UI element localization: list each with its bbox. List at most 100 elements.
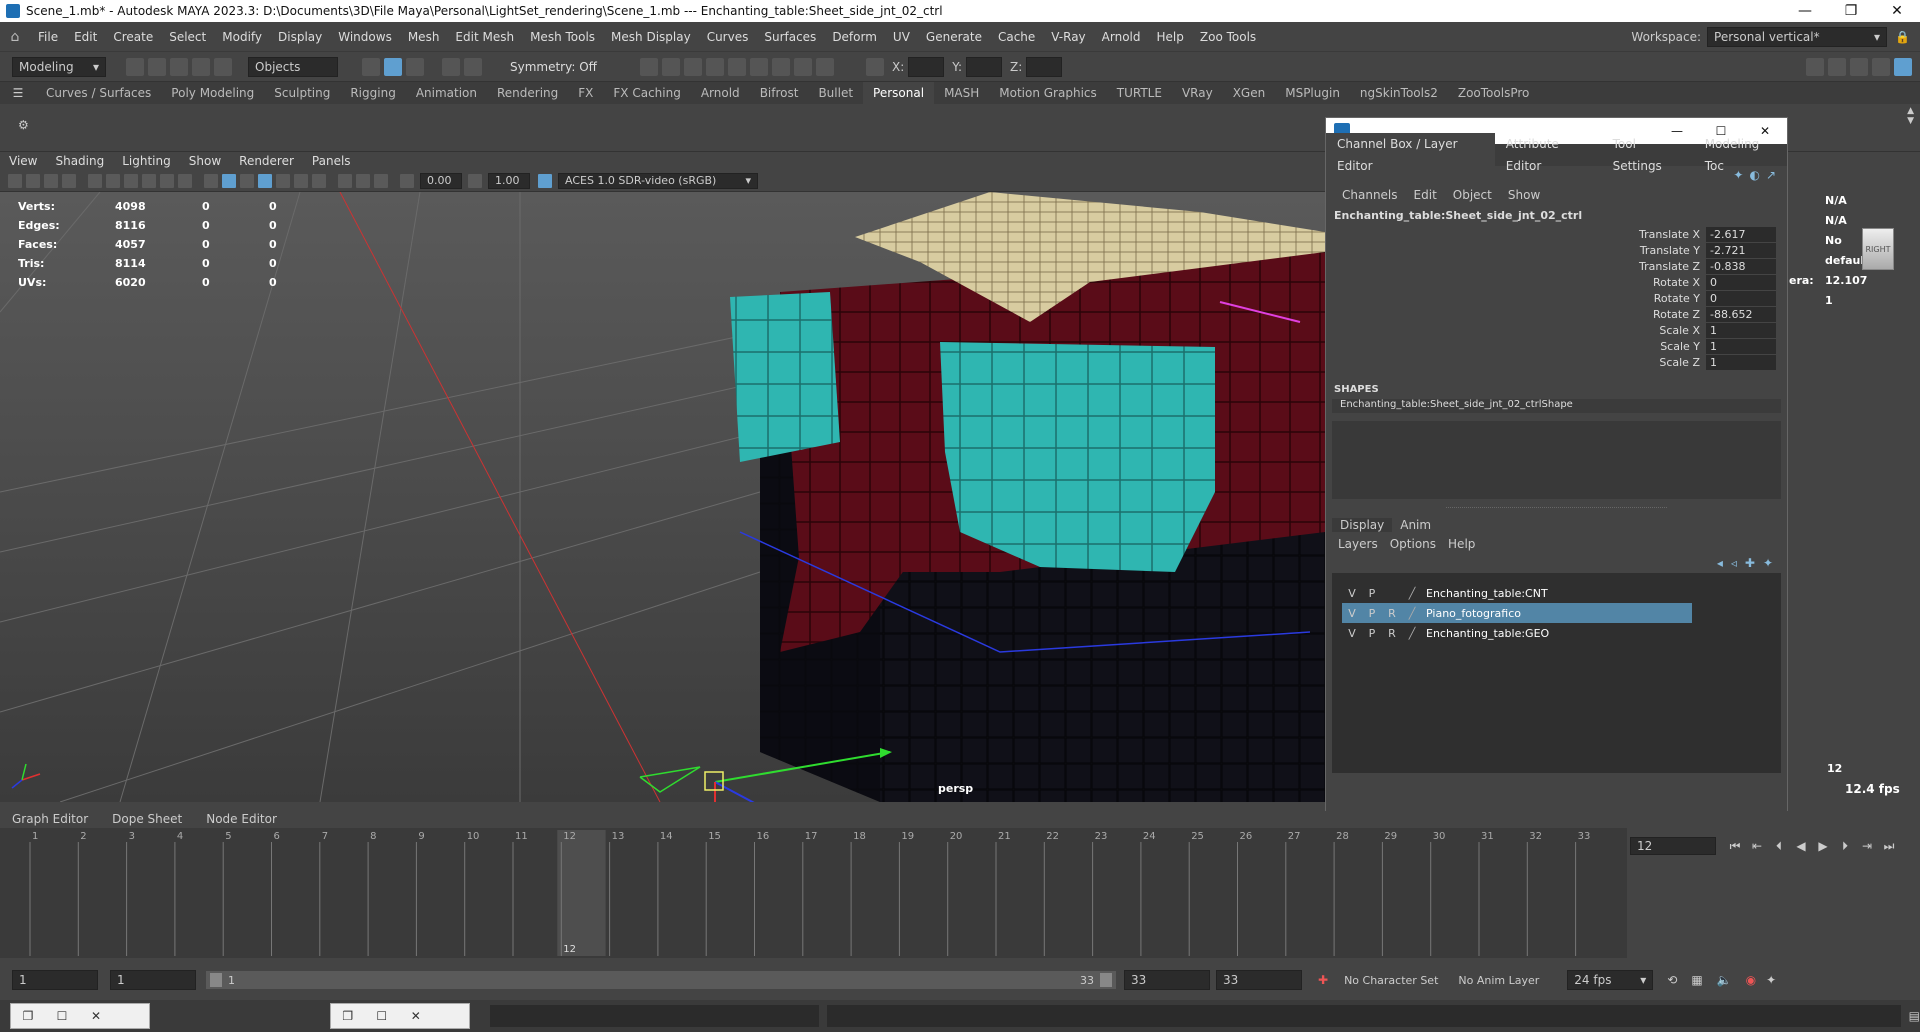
attribute-label[interactable]: Rotate Z bbox=[1326, 308, 1706, 321]
selection-mode-dropdown[interactable]: Objects bbox=[248, 56, 338, 77]
undo-icon[interactable] bbox=[192, 57, 210, 76]
channel-tab-attribute-editor[interactable]: Attribute Editor bbox=[1495, 133, 1602, 177]
menu-v-ray[interactable]: V-Ray bbox=[1043, 30, 1093, 44]
shelf-tab-fx[interactable]: FX bbox=[568, 82, 603, 104]
render-view-icon[interactable] bbox=[662, 57, 680, 76]
go-to-end-icon[interactable]: ⏭ bbox=[1878, 839, 1900, 854]
current-frame-marker[interactable] bbox=[557, 830, 606, 956]
window-restore-icon[interactable]: ❐ bbox=[331, 1009, 365, 1023]
camera-select-icon[interactable] bbox=[8, 173, 22, 188]
menu-create[interactable]: Create bbox=[105, 30, 161, 44]
attribute-value-field[interactable]: -88.652 bbox=[1706, 306, 1776, 322]
script-editor-icon[interactable]: ▤ bbox=[1909, 1009, 1920, 1023]
layer-row[interactable]: V P ╱ Enchanting_table:CNT bbox=[1342, 583, 1781, 603]
step-back-frame-icon[interactable]: ⏴ bbox=[1768, 839, 1790, 854]
menu-zoo-tools[interactable]: Zoo Tools bbox=[1192, 30, 1264, 44]
panel-menu-shading[interactable]: Shading bbox=[46, 154, 113, 168]
attribute-label[interactable]: Rotate X bbox=[1326, 276, 1706, 289]
grid-icon[interactable] bbox=[124, 173, 138, 188]
settings-icon[interactable]: ✦ bbox=[1766, 973, 1776, 987]
exposure-icon[interactable] bbox=[400, 173, 414, 188]
xray-icon[interactable] bbox=[276, 173, 290, 188]
x-field[interactable] bbox=[908, 56, 945, 77]
attribute-value-field[interactable]: 1 bbox=[1706, 338, 1776, 354]
menu-arnold[interactable]: Arnold bbox=[1094, 30, 1149, 44]
menu-help[interactable]: Help bbox=[1149, 30, 1192, 44]
shelf-scroll-icon[interactable]: ▲ ▼ bbox=[1907, 106, 1914, 126]
go-to-start-icon[interactable]: ⏮ bbox=[1724, 839, 1746, 854]
home-icon[interactable]: ⌂ bbox=[0, 29, 30, 45]
panel-menu-show[interactable]: Show bbox=[180, 154, 230, 168]
auto-key-icon[interactable]: ✚ bbox=[1318, 973, 1328, 987]
workspace-dropdown[interactable]: Personal vertical* ▾ bbox=[1707, 26, 1888, 47]
hud-icon[interactable] bbox=[356, 173, 370, 188]
panel-menu-panels[interactable]: Panels bbox=[303, 154, 360, 168]
play-backwards-icon[interactable]: ◀ bbox=[1790, 839, 1812, 853]
time-editor-node-editor[interactable]: Node Editor bbox=[194, 812, 289, 826]
snap-grid-icon[interactable] bbox=[442, 57, 460, 76]
move-layer-up-icon[interactable]: ◂ bbox=[1717, 556, 1723, 570]
channel-tab-tool-settings[interactable]: Tool Settings bbox=[1602, 133, 1694, 177]
save-scene-icon[interactable] bbox=[170, 57, 188, 76]
menu-modify[interactable]: Modify bbox=[214, 30, 270, 44]
shelf-tab-rigging[interactable]: Rigging bbox=[340, 82, 405, 104]
new-scene-icon[interactable] bbox=[126, 57, 144, 76]
channel-box-icon[interactable] bbox=[1894, 57, 1912, 76]
pause-icon[interactable] bbox=[816, 57, 834, 76]
construction-history-icon[interactable] bbox=[640, 57, 658, 76]
window-close-icon[interactable]: ✕ bbox=[399, 1009, 433, 1023]
sound-icon[interactable]: 🔈 bbox=[1717, 973, 1732, 987]
shelf-tab-rendering[interactable]: Rendering bbox=[487, 82, 568, 104]
shelf-tab-turtle[interactable]: TURTLE bbox=[1107, 82, 1172, 104]
character-controls-icon[interactable] bbox=[1828, 57, 1846, 76]
shelf-tab-bullet[interactable]: Bullet bbox=[808, 82, 863, 104]
layer-display-type-toggle[interactable]: R bbox=[1382, 607, 1402, 620]
close-button[interactable]: ✕ bbox=[1874, 3, 1920, 19]
menu-mesh[interactable]: Mesh bbox=[400, 30, 448, 44]
range-start-handle[interactable] bbox=[210, 973, 222, 987]
pin-icon[interactable]: ✦ bbox=[1733, 168, 1743, 182]
attribute-value-field[interactable]: 1 bbox=[1706, 322, 1776, 338]
attribute-value-field[interactable]: 0 bbox=[1706, 290, 1776, 306]
anim-layer-dropdown[interactable]: No Anim Layer bbox=[1458, 974, 1539, 987]
shelf-tab-mash[interactable]: MASH bbox=[934, 82, 989, 104]
use-all-lights-icon[interactable] bbox=[294, 173, 308, 188]
shelf-tab-curves-surfaces[interactable]: Curves / Surfaces bbox=[36, 82, 161, 104]
command-line[interactable] bbox=[489, 1005, 820, 1027]
menuset-dropdown[interactable]: Modeling ▾ bbox=[12, 56, 106, 77]
render-settings-icon[interactable] bbox=[728, 57, 746, 76]
wireframe-icon[interactable] bbox=[204, 173, 218, 188]
transform-input-icon[interactable] bbox=[866, 57, 884, 76]
shelf-gear-icon[interactable]: ⚙ bbox=[18, 118, 29, 132]
menu-generate[interactable]: Generate bbox=[918, 30, 990, 44]
menu-edit[interactable]: Edit bbox=[66, 30, 105, 44]
loop-icon[interactable]: ⟲ bbox=[1667, 973, 1677, 987]
layer-visibility-toggle[interactable]: V bbox=[1342, 587, 1362, 600]
shelf-tab-arnold[interactable]: Arnold bbox=[691, 82, 750, 104]
channel-menu-channels[interactable]: Channels bbox=[1334, 188, 1406, 202]
window-maximize-icon[interactable]: ☐ bbox=[365, 1009, 399, 1023]
attribute-label[interactable]: Rotate Y bbox=[1326, 292, 1706, 305]
anim-end-field[interactable]: 33 bbox=[1124, 970, 1210, 990]
modeling-toolkit-icon[interactable] bbox=[1806, 57, 1824, 76]
isolate-select-icon[interactable] bbox=[338, 173, 352, 188]
layer-menu-options[interactable]: Options bbox=[1384, 537, 1442, 551]
menu-display[interactable]: Display bbox=[270, 30, 330, 44]
ambient-occlusion-icon[interactable] bbox=[374, 173, 388, 188]
current-frame-field[interactable]: 12 bbox=[1630, 837, 1716, 855]
shelf-tab-ngskintools2[interactable]: ngSkinTools2 bbox=[1350, 82, 1448, 104]
attribute-value-field[interactable]: -0.838 bbox=[1706, 258, 1776, 274]
menu-curves[interactable]: Curves bbox=[699, 30, 757, 44]
menu-cache[interactable]: Cache bbox=[990, 30, 1043, 44]
vray-ipr-icon[interactable] bbox=[794, 57, 812, 76]
attribute-label[interactable]: Translate Y bbox=[1326, 244, 1706, 257]
start-time-field[interactable]: 1 bbox=[12, 970, 98, 990]
symmetry-dropdown[interactable]: Symmetry: Off bbox=[510, 60, 610, 74]
layer-color-swatch[interactable]: ╱ bbox=[1402, 607, 1422, 620]
layer-playback-toggle[interactable]: P bbox=[1362, 627, 1382, 640]
window-maximize-icon[interactable]: ☐ bbox=[45, 1009, 79, 1023]
channel-menu-object[interactable]: Object bbox=[1445, 188, 1500, 202]
render-frame-icon[interactable] bbox=[684, 57, 702, 76]
redo-icon[interactable] bbox=[214, 57, 232, 76]
step-forward-key-icon[interactable]: ⇥ bbox=[1856, 839, 1878, 853]
